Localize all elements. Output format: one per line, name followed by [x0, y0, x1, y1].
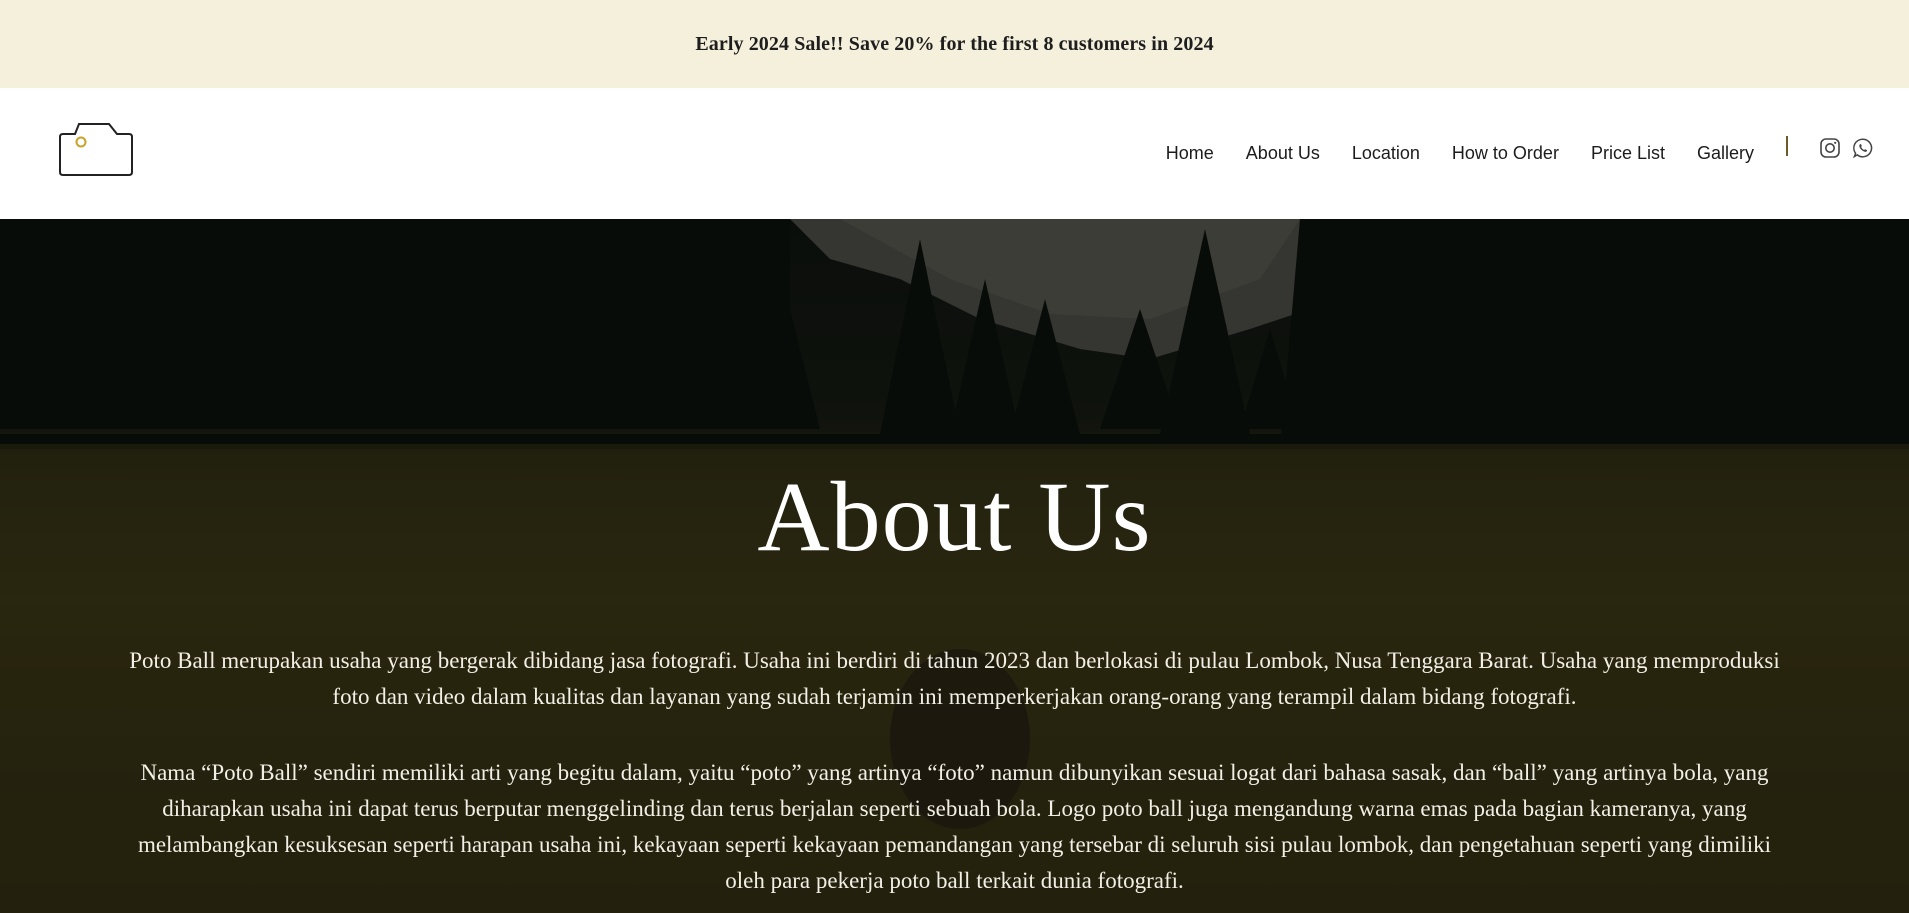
hero-section: About Us Poto Ball merupakan usaha yang …: [0, 219, 1909, 913]
promo-text: Early 2024 Sale!! Save 20% for the first…: [695, 32, 1214, 55]
about-paragraph-2: Nama “Poto Ball” sendiri memiliki arti y…: [137, 760, 1772, 893]
nav-home[interactable]: Home: [1166, 143, 1214, 164]
nav-how-to-order[interactable]: How to Order: [1452, 143, 1559, 164]
page-title: About Us: [757, 461, 1152, 572]
logo-icon[interactable]: [57, 120, 135, 178]
site-header: Home About Us Location How to Order Pric…: [0, 88, 1909, 219]
nav-price-list[interactable]: Price List: [1591, 143, 1665, 164]
nav-about-us[interactable]: About Us: [1246, 143, 1320, 164]
nav-location[interactable]: Location: [1352, 143, 1420, 164]
instagram-icon[interactable]: [1818, 136, 1842, 160]
nav-gallery[interactable]: Gallery: [1697, 143, 1754, 164]
whatsapp-icon[interactable]: [1851, 136, 1875, 160]
about-paragraph-1: Poto Ball merupakan usaha yang bergerak …: [129, 648, 1780, 709]
promo-banner: Early 2024 Sale!! Save 20% for the first…: [0, 0, 1909, 88]
main-nav: Home About Us Location How to Order Pric…: [1134, 88, 1754, 219]
nav-divider: [1786, 136, 1788, 156]
